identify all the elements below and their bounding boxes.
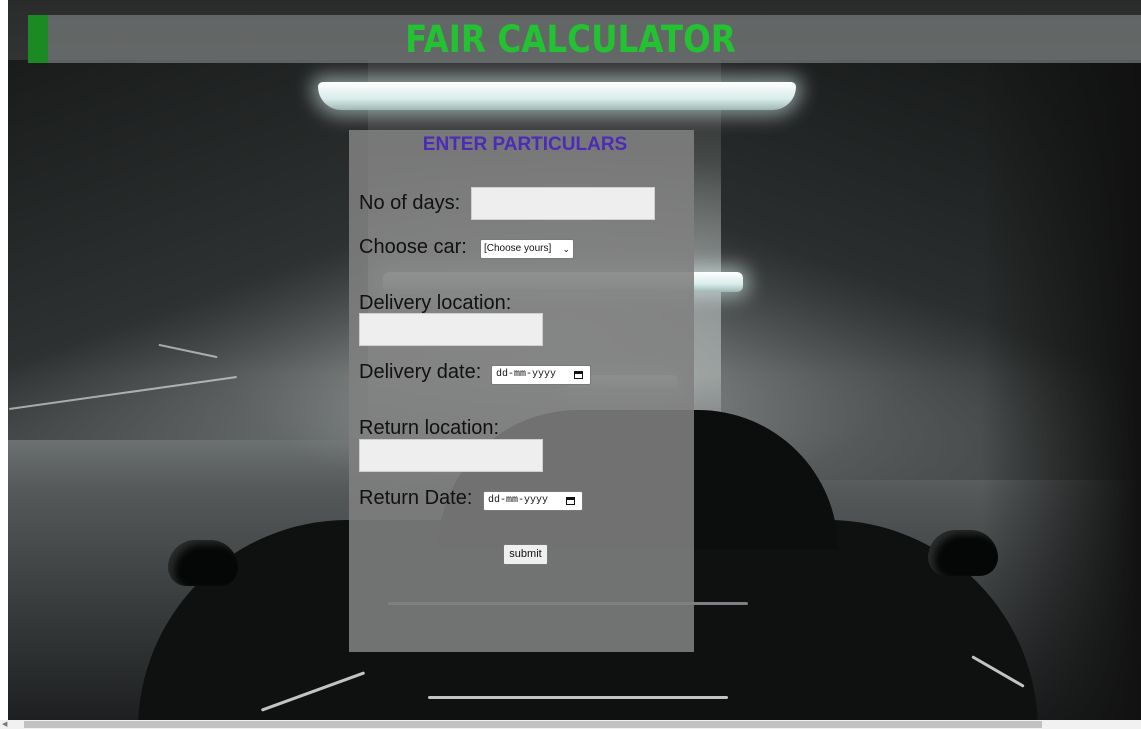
ceiling-light bbox=[318, 82, 796, 110]
calendar-icon[interactable] bbox=[574, 371, 583, 379]
form-heading: ENTER PARTICULARS bbox=[422, 134, 628, 155]
car-label: Choose car: bbox=[359, 236, 467, 258]
scrollbar-thumb[interactable] bbox=[24, 721, 1042, 728]
delivery-location-input[interactable] bbox=[359, 313, 543, 346]
particulars-form: ENTER PARTICULARS No of days: Choose car… bbox=[349, 130, 694, 652]
delivery-date-label: Delivery date: bbox=[359, 361, 482, 383]
delivery-date-input[interactable]: dd-mm-yyyy bbox=[491, 365, 591, 385]
submit-button[interactable]: submit bbox=[503, 544, 548, 565]
days-label: No of days: bbox=[359, 192, 461, 214]
car-mirror bbox=[168, 540, 238, 586]
horizontal-scrollbar[interactable]: ◀ bbox=[0, 720, 1141, 729]
delivery-location-label: Delivery location: bbox=[359, 292, 512, 314]
return-date-label: Return Date: bbox=[359, 487, 473, 509]
delivery-date-placeholder: dd-mm-yyyy bbox=[496, 369, 557, 380]
return-date-placeholder: dd-mm-yyyy bbox=[488, 495, 549, 506]
page-title: FAIR CALCULATOR bbox=[405, 18, 736, 61]
chevron-down-icon: ⌄ bbox=[562, 244, 570, 254]
car-select[interactable]: [Choose yours] ⌄ bbox=[480, 239, 574, 259]
calendar-icon[interactable] bbox=[566, 497, 575, 505]
car-mirror bbox=[928, 530, 998, 576]
return-location-input[interactable] bbox=[359, 439, 543, 472]
days-input[interactable] bbox=[471, 187, 655, 220]
scroll-left-arrow-icon[interactable]: ◀ bbox=[2, 720, 7, 729]
car-select-value: [Choose yours] bbox=[484, 243, 552, 254]
return-date-input[interactable]: dd-mm-yyyy bbox=[483, 491, 583, 511]
return-location-label: Return location: bbox=[359, 417, 500, 439]
header-accent bbox=[28, 15, 48, 63]
